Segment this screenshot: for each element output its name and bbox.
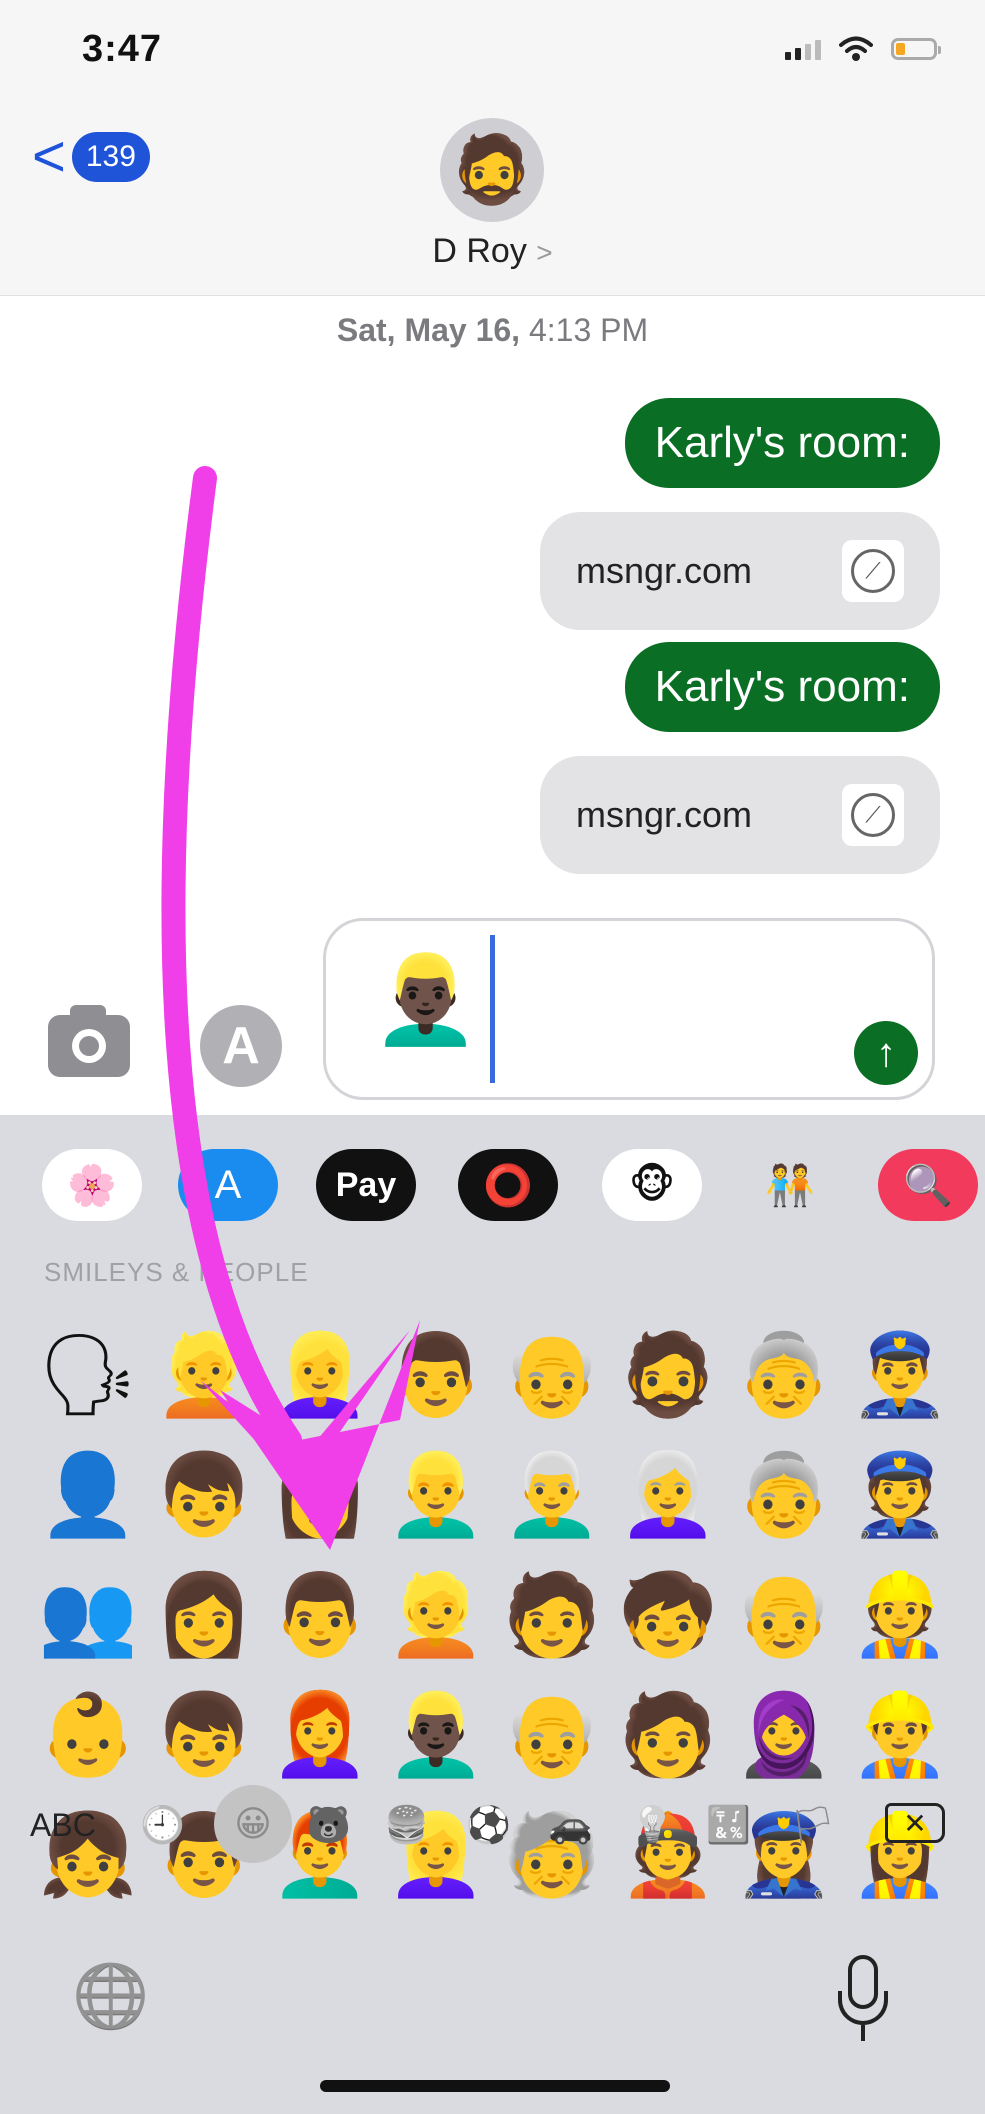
wifi-icon xyxy=(839,36,873,61)
typed-emoji: 👱🏿‍♂️ xyxy=(372,952,480,1048)
safari-compass-icon: ⟋ xyxy=(842,540,904,602)
microphone-foot xyxy=(861,2025,865,2041)
smileys-category-icon[interactable]: 😀 xyxy=(214,1785,292,1863)
back-button[interactable]: < 139 xyxy=(32,128,150,186)
link-text: msngr.com xyxy=(576,794,753,835)
emoji-key[interactable]: 👱‍♀️ xyxy=(262,1315,378,1435)
emoji-key[interactable]: 🗣 xyxy=(30,1315,146,1435)
camera-icon xyxy=(72,1029,106,1063)
timestamp-date: Sat, May 16, xyxy=(336,312,521,348)
emoji-key[interactable]: 👦 xyxy=(146,1435,262,1555)
emoji-key[interactable]: 👦 xyxy=(146,1675,262,1795)
emoji-key[interactable]: 👵 xyxy=(726,1435,842,1555)
home-indicator xyxy=(320,2080,670,2092)
emoji-key[interactable]: 🧑 xyxy=(494,1555,610,1675)
animals-category-icon[interactable]: 🐻 xyxy=(306,1795,351,1855)
apple-pay-label: Pay xyxy=(335,1165,397,1204)
emoji-key[interactable]: 👴 xyxy=(726,1555,842,1675)
emoji-category-bar: ABC 🕘 😀 🐻 🍔 ⚽ 🚗 💡 🔣 🏳 ✕ xyxy=(0,1785,985,1865)
emoji-key[interactable]: 🧒 xyxy=(610,1555,726,1675)
memoji-icon[interactable]: 🧑‍🤝‍🧑 xyxy=(740,1149,840,1221)
emoji-key[interactable]: 👮‍♂️ xyxy=(842,1315,958,1435)
cellular-signal-icon xyxy=(785,38,821,60)
battery-icon xyxy=(891,38,941,60)
emoji-keyboard: 🌸 A Pay ⭕ 🐵 🧑‍🤝‍🧑 🔍 SMILEYS & PEOPLE 🗣 👱… xyxy=(0,1115,985,2114)
emoji-key[interactable]: 🧕 xyxy=(726,1675,842,1795)
send-button[interactable]: ↑ xyxy=(854,1021,918,1085)
emoji-key[interactable]: 👩 xyxy=(262,1435,378,1555)
emoji-key[interactable]: 👷‍♂️ xyxy=(842,1675,958,1795)
emoji-key[interactable]: 👩 xyxy=(146,1555,262,1675)
status-icons xyxy=(785,36,941,62)
emoji-key[interactable]: 👩‍🦳 xyxy=(610,1435,726,1555)
emoji-key[interactable]: 👷 xyxy=(842,1555,958,1675)
timestamp-time: 4:13 PM xyxy=(528,312,649,348)
sent-message-bubble[interactable]: Karly's room: xyxy=(624,642,940,732)
contact-name-label: D Roy xyxy=(432,232,527,270)
emoji-key[interactable]: 👱 xyxy=(378,1555,494,1675)
unread-count-badge: 139 xyxy=(71,132,150,182)
app-store-button[interactable]: A xyxy=(200,1005,282,1087)
emoji-key[interactable]: 👵 xyxy=(726,1315,842,1435)
emoji-key[interactable]: 👨‍🦳 xyxy=(494,1435,610,1555)
travel-category-icon[interactable]: 🚗 xyxy=(548,1795,593,1855)
apple-pay-icon[interactable]: Pay xyxy=(316,1149,416,1221)
emoji-key[interactable]: 👨 xyxy=(262,1555,378,1675)
monkey-sticker-icon[interactable]: 🐵 xyxy=(602,1149,702,1221)
search-images-icon[interactable]: 🔍 xyxy=(878,1149,978,1221)
emoji-key-selected[interactable]: 👱🏿‍♂️ xyxy=(378,1675,494,1795)
delete-icon: ✕ xyxy=(903,1807,927,1839)
globe-icon[interactable]: 🌐 xyxy=(72,1960,149,2033)
activity-category-icon[interactable]: ⚽ xyxy=(466,1795,511,1855)
emoji-key[interactable]: 👴 xyxy=(494,1315,610,1435)
emoji-key[interactable]: 👮 xyxy=(842,1435,958,1555)
chevron-left-icon: < xyxy=(32,124,66,189)
sent-message-bubble[interactable]: Karly's room: xyxy=(624,398,940,488)
link-preview-bubble[interactable]: msngr.com ⟋ xyxy=(540,512,940,630)
safari-compass-icon: ⟋ xyxy=(842,784,904,846)
emoji-key[interactable]: 👱 xyxy=(146,1315,262,1435)
abc-key[interactable]: ABC xyxy=(30,1795,96,1855)
emoji-key[interactable]: 👤 xyxy=(30,1435,146,1555)
message-input[interactable]: 👱🏿‍♂️ ↑ xyxy=(323,918,935,1100)
emoji-key[interactable]: 🧔 xyxy=(610,1315,726,1435)
emoji-key[interactable]: 👩‍🦰 xyxy=(262,1675,378,1795)
emoji-key[interactable]: 👨 xyxy=(378,1315,494,1435)
app-drawer: 🌸 A Pay ⭕ 🐵 🧑‍🤝‍🧑 🔍 xyxy=(0,1129,985,1239)
camera-button[interactable] xyxy=(48,1005,130,1077)
recent-emoji-icon[interactable]: 🕘 xyxy=(140,1795,185,1855)
link-text: msngr.com xyxy=(576,550,753,591)
text-cursor xyxy=(490,935,495,1083)
photos-icon[interactable]: 🌸 xyxy=(42,1149,142,1221)
appstore-icon[interactable]: A xyxy=(178,1149,278,1221)
flags-category-icon[interactable]: 🏳 xyxy=(790,1795,836,1855)
emoji-key[interactable]: 👥 xyxy=(30,1555,146,1675)
contact-name[interactable]: D Roy > xyxy=(0,232,985,271)
microphone-stand xyxy=(838,1991,888,2025)
activity-icon[interactable]: ⭕ xyxy=(458,1149,558,1221)
contact-avatar[interactable]: 🧔 xyxy=(440,118,544,222)
objects-category-icon[interactable]: 💡 xyxy=(630,1795,675,1855)
delete-key[interactable]: ✕ xyxy=(885,1803,945,1843)
emoji-section-label: SMILEYS & PEOPLE xyxy=(44,1257,309,1287)
status-time: 3:47 xyxy=(82,28,163,70)
emoji-key[interactable]: 🧑 xyxy=(610,1675,726,1795)
emoji-key[interactable]: 👱‍♂️ xyxy=(378,1435,494,1555)
food-category-icon[interactable]: 🍔 xyxy=(384,1795,429,1855)
chevron-right-icon: > xyxy=(536,237,553,268)
link-preview-bubble[interactable]: msngr.com ⟋ xyxy=(540,756,940,874)
emoji-key[interactable]: 👴 xyxy=(494,1675,610,1795)
symbols-category-icon[interactable]: 🔣 xyxy=(706,1795,751,1855)
message-timestamp: Sat, May 16, 4:13 PM xyxy=(0,312,985,349)
emoji-key[interactable]: 👶 xyxy=(30,1675,146,1795)
